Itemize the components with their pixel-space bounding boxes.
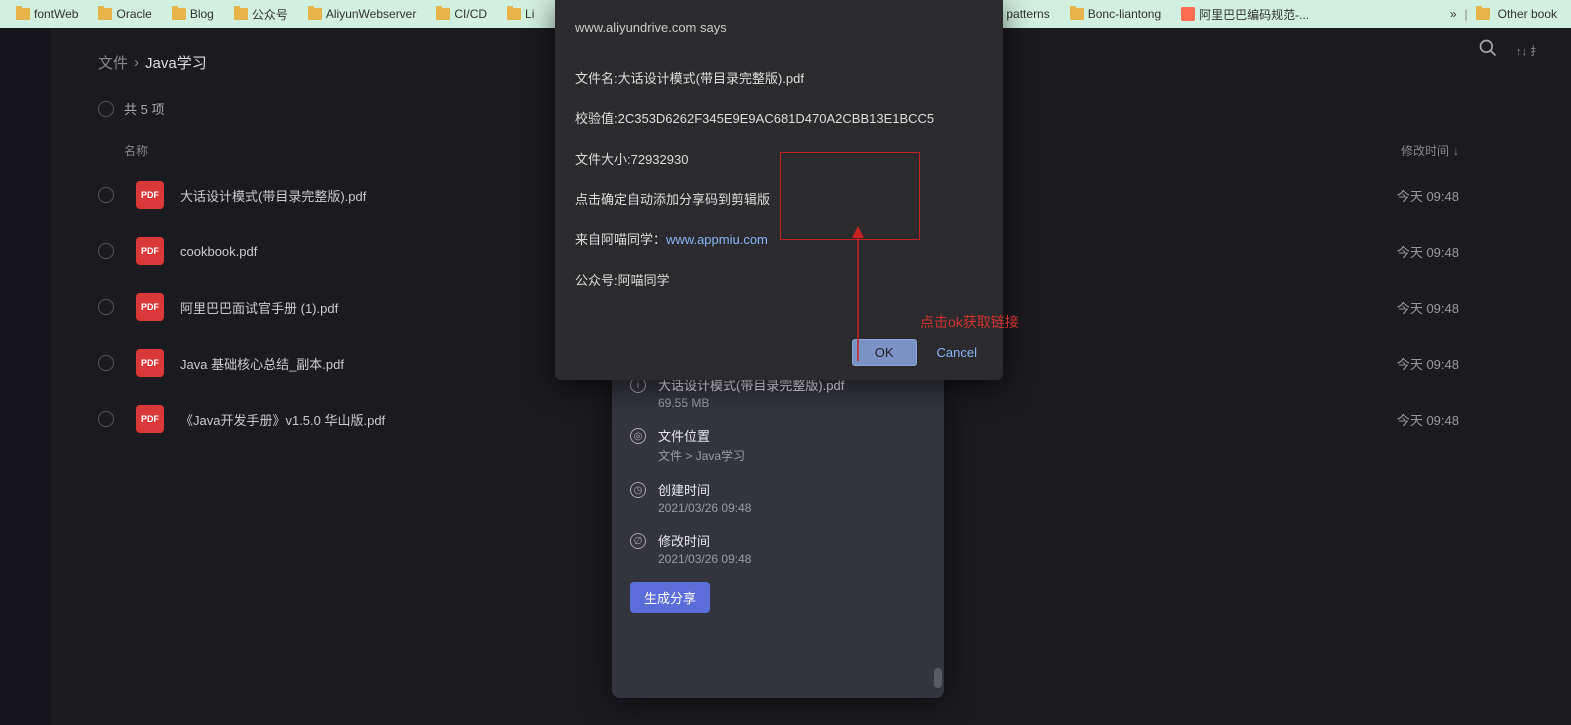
bookmark-label: Bonc-liantong — [1088, 7, 1161, 21]
pdf-icon: PDF — [136, 237, 164, 265]
file-name: Java 基础核心总结_副本.pdf — [180, 354, 344, 373]
bookmark-label: Blog — [190, 7, 214, 21]
folder-icon — [172, 8, 186, 20]
bookmark-label: Oracle — [116, 7, 151, 21]
bookmark-bonc[interactable]: Bonc-liantong — [1062, 4, 1169, 24]
file-name: cookbook.pdf — [180, 244, 257, 259]
col-name-header[interactable]: 名称 — [124, 142, 148, 159]
bookmark-label: AliyunWebserver — [326, 7, 416, 21]
row-checkbox[interactable] — [98, 299, 114, 315]
file-modtime: 今天 09:48 — [1397, 242, 1459, 261]
detail-filesize: 69.55 MB — [658, 396, 844, 410]
count-text: 共 5 项 — [124, 99, 164, 118]
panel-scrollbar-2[interactable] — [934, 668, 942, 688]
other-bookmarks[interactable]: Other book — [1498, 7, 1557, 21]
alert-line: 来自阿喵同学：www.appmiu.com — [575, 230, 983, 250]
search-icon[interactable] — [1478, 38, 1498, 63]
location-value[interactable]: 文件 > Java学习 — [658, 447, 745, 464]
alert-line: 公众号:阿喵同学 — [575, 271, 983, 291]
folder-icon — [1476, 8, 1490, 20]
link-icon — [1181, 7, 1195, 21]
bookmark-label: fontWeb — [34, 7, 78, 21]
file-name: 大话设计模式(带目录完整版).pdf — [180, 186, 366, 205]
extras-icon[interactable]: ↑↓ 扌 — [1516, 43, 1541, 59]
pdf-icon: PDF — [136, 349, 164, 377]
bookmarks-overflow-icon[interactable]: » — [1450, 7, 1457, 21]
bookmark-aliyun[interactable]: AliyunWebserver — [300, 4, 424, 24]
alert-body: 文件名:大话设计模式(带目录完整版).pdf 校验值:2C353D6262F34… — [575, 49, 983, 311]
folder-icon — [16, 8, 30, 20]
alert-title: www.aliyundrive.com says — [575, 20, 983, 35]
row-checkbox[interactable] — [98, 187, 114, 203]
ok-button[interactable]: OK — [852, 339, 917, 366]
bookmark-label: Li — [525, 7, 534, 21]
alert-line: 文件大小:72932930 — [575, 150, 983, 170]
bookmark-fontweb[interactable]: fontWeb — [8, 4, 86, 24]
folder-icon — [436, 8, 450, 20]
modified-label: 修改时间 — [658, 531, 751, 550]
location-icon: ◎ — [630, 428, 646, 444]
created-value: 2021/03/26 09:48 — [658, 501, 751, 515]
bookmark-oracle[interactable]: Oracle — [90, 4, 159, 24]
location-label: 文件位置 — [658, 426, 745, 445]
pdf-icon: PDF — [136, 293, 164, 321]
breadcrumb-sep: › — [134, 54, 139, 71]
generate-share-button[interactable]: 生成分享 — [630, 582, 710, 613]
clock-icon: ◷ — [630, 482, 646, 498]
breadcrumb-current: Java学习 — [145, 52, 207, 73]
folder-icon — [308, 8, 322, 20]
cancel-button[interactable]: Cancel — [931, 340, 983, 365]
js-alert-dialog: www.aliyundrive.com says 文件名:大话设计模式(带目录完… — [555, 0, 1003, 380]
file-name: 阿里巴巴面试官手册 (1).pdf — [180, 298, 338, 317]
bookmark-label: CI/CD — [454, 7, 487, 21]
select-all-checkbox[interactable] — [98, 101, 114, 117]
alert-link[interactable]: www.appmiu.com — [666, 232, 768, 247]
bookmark-blog[interactable]: Blog — [164, 4, 222, 24]
file-name: 《Java开发手册》v1.5.0 华山版.pdf — [180, 410, 385, 429]
pencil-icon: ∅ — [630, 533, 646, 549]
bookmark-ali-code[interactable]: 阿里巴巴编码规范-... — [1173, 3, 1317, 26]
row-checkbox[interactable] — [98, 243, 114, 259]
left-sidebar — [0, 28, 50, 725]
file-modtime: 今天 09:48 — [1397, 410, 1459, 429]
bookmark-label: patterns — [1006, 7, 1049, 21]
alert-line: 校验值:2C353D6262F345E9E9AC681D470A2CBB13E1… — [575, 109, 983, 129]
pdf-icon: PDF — [136, 405, 164, 433]
bookmark-gzh[interactable]: 公众号 — [226, 3, 296, 26]
folder-icon — [1070, 8, 1084, 20]
file-modtime: 今天 09:48 — [1397, 298, 1459, 317]
row-checkbox[interactable] — [98, 411, 114, 427]
file-modtime: 今天 09:48 — [1397, 354, 1459, 373]
sort-icon: ↓ — [1453, 144, 1459, 158]
bookmark-label: 公众号 — [252, 6, 288, 23]
created-label: 创建时间 — [658, 480, 751, 499]
folder-icon — [507, 8, 521, 20]
folder-icon — [98, 8, 112, 20]
breadcrumb-root[interactable]: 文件 — [98, 52, 128, 73]
bookmark-li[interactable]: Li — [499, 4, 542, 24]
pdf-icon: PDF — [136, 181, 164, 209]
alert-line: 点击确定自动添加分享码到剪辑版 — [575, 190, 983, 210]
row-checkbox[interactable] — [98, 355, 114, 371]
modified-value: 2021/03/26 09:48 — [658, 552, 751, 566]
file-modtime: 今天 09:48 — [1397, 186, 1459, 205]
folder-icon — [234, 8, 248, 20]
col-modtime-header[interactable]: 修改时间↓ — [1401, 142, 1459, 159]
bookmark-label: 阿里巴巴编码规范-... — [1199, 6, 1309, 23]
bookmark-cicd[interactable]: CI/CD — [428, 4, 495, 24]
alert-line: 文件名:大话设计模式(带目录完整版).pdf — [575, 69, 983, 89]
